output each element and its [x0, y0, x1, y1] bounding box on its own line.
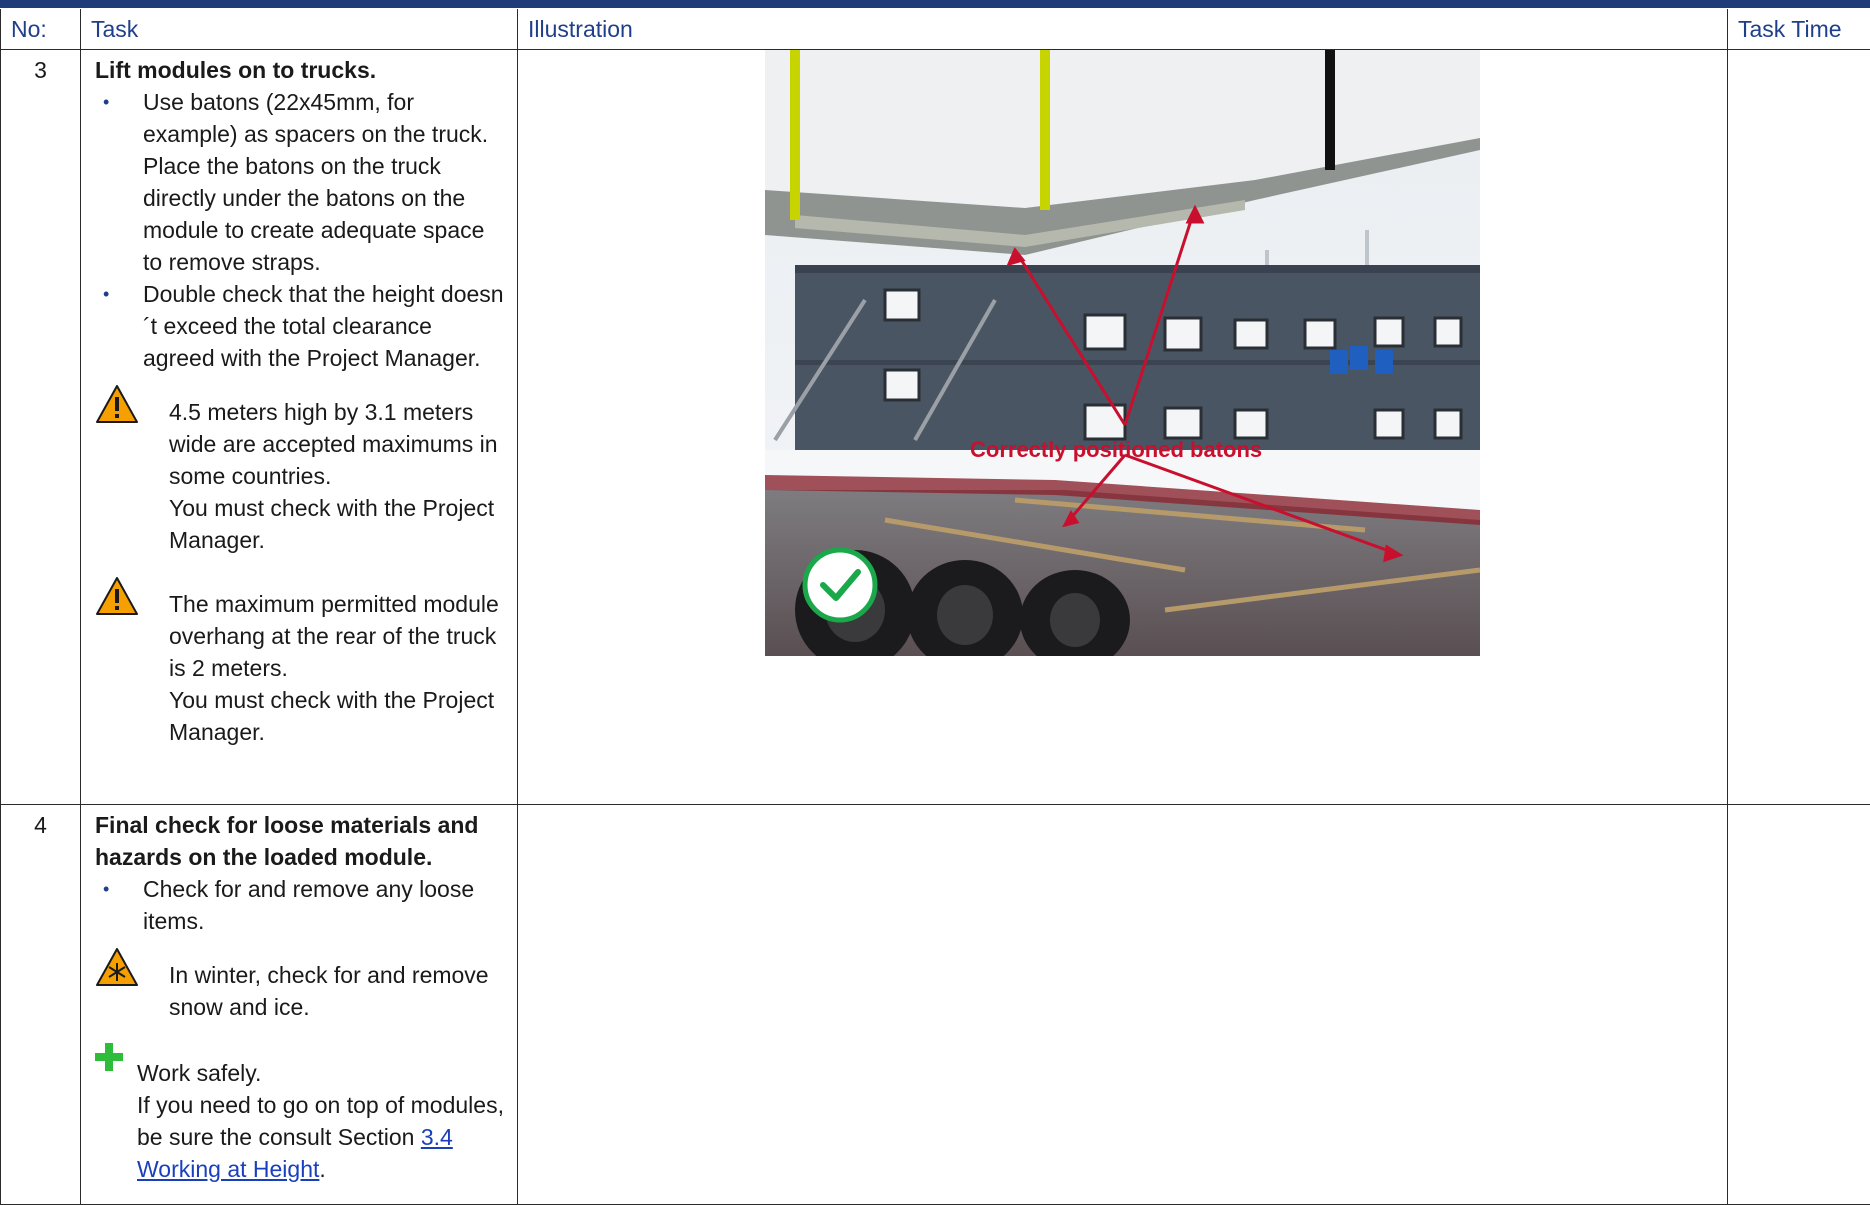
winter-text: In winter, check for and remove snow and… — [169, 962, 489, 1020]
illustration-cell: Correctly positioned batons — [517, 49, 1728, 805]
safety-note: Work safely. — [95, 1043, 505, 1089]
column-header-illustration: Illustration — [517, 9, 1728, 50]
task-heading: Final check for loose materials and haza… — [95, 812, 479, 870]
task-table: No: Task Illustration Task Time 3 Lift m… — [0, 9, 1870, 1205]
warning-check-text: You must check with the Project Manager. — [169, 495, 495, 553]
check-circle-icon — [802, 547, 878, 623]
warning-note: The maximum permitted module overhang at… — [95, 577, 505, 748]
top-bar — [0, 0, 1870, 8]
warning-text: The maximum permitted module overhang at… — [169, 591, 499, 681]
table-row: 4 Final check for loose materials and ha… — [0, 804, 1870, 1205]
safety-title: Work safely. — [137, 1060, 262, 1086]
truck-module-photo: Correctly positioned batons — [765, 50, 1480, 656]
snowflake-warning-icon — [96, 948, 138, 986]
task-time-cell — [1727, 804, 1870, 1205]
task-cell: Lift modules on to trucks. Use batons (2… — [80, 49, 518, 805]
header-row: No: Task Illustration Task Time — [0, 9, 1870, 50]
list-item: Use batons (22x45mm, for example) as spa… — [95, 86, 505, 278]
column-header-no: No: — [0, 9, 81, 50]
plus-icon — [95, 1043, 123, 1071]
task-heading: Lift modules on to trucks. — [95, 57, 377, 83]
illustration-cell — [517, 804, 1728, 1205]
winter-note: In winter, check for and remove snow and… — [95, 948, 505, 1023]
row-number: 4 — [0, 804, 81, 1205]
warning-icon — [96, 577, 138, 615]
column-header-task-time: Task Time — [1727, 9, 1870, 50]
warning-text: 4.5 meters high by 3.1 meters wide are a… — [169, 399, 498, 489]
task-cell: Final check for loose materials and haza… — [80, 804, 518, 1205]
column-header-task: Task — [80, 9, 518, 50]
list-item: Double check that the height doesn´t exc… — [95, 278, 505, 374]
annotation-label: Correctly positioned batons — [970, 437, 1262, 462]
table-row: 3 Lift modules on to trucks. Use batons … — [0, 49, 1870, 805]
safety-text: If you need to go on top of modules, be … — [95, 1089, 505, 1185]
warning-note: 4.5 meters high by 3.1 meters wide are a… — [95, 385, 505, 556]
warning-icon — [96, 385, 138, 423]
safety-text-end: . — [319, 1156, 326, 1182]
row-number: 3 — [0, 49, 81, 805]
list-item: Check for and remove any loose items. — [95, 873, 505, 937]
warning-check-text: You must check with the Project Manager. — [169, 687, 495, 745]
task-time-cell — [1727, 49, 1870, 805]
